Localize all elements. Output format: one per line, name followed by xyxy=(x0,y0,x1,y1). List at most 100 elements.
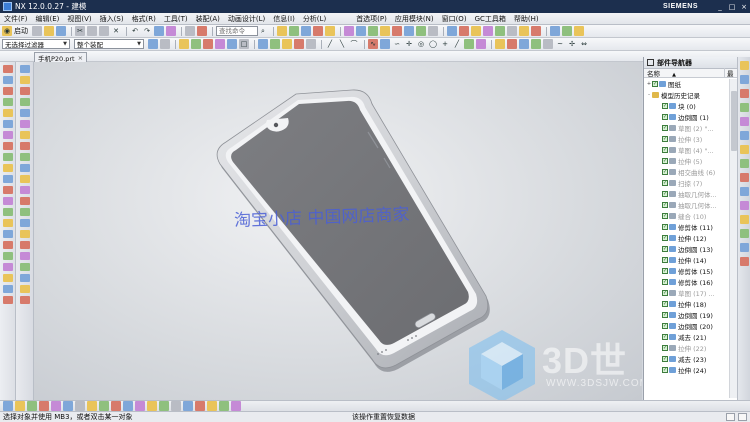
visibility-checkbox[interactable]: ✓ xyxy=(662,355,668,362)
visibility-checkbox[interactable]: ✓ xyxy=(662,212,668,219)
visibility-checkbox[interactable]: ✓ xyxy=(662,157,668,164)
visibility-checkbox[interactable]: ✓ xyxy=(662,190,668,197)
measure-distance-icon[interactable] xyxy=(344,26,354,36)
bridge-curve-icon[interactable] xyxy=(519,39,529,49)
tools-tab[interactable] xyxy=(740,257,749,266)
chamfer-icon[interactable] xyxy=(495,26,505,36)
unite-icon[interactable] xyxy=(447,26,457,36)
layer-settings-icon[interactable] xyxy=(195,401,205,411)
hidden-edge-icon[interactable] xyxy=(135,401,145,411)
selection-tab[interactable] xyxy=(740,243,749,252)
navigator-row[interactable]: ✓ 抽取几何体... xyxy=(644,188,737,199)
graphics-viewport[interactable]: 淘宝小店 中国网店商家 3D世 WWW.3DSJW.COM xyxy=(34,62,642,400)
column-name[interactable]: 名称 ▲ xyxy=(644,68,724,78)
extrude-icon[interactable] xyxy=(404,26,414,36)
history-tab[interactable] xyxy=(740,145,749,154)
navigator-row[interactable]: ✓ 扫掠 (7) xyxy=(644,177,737,188)
navigator-row[interactable]: ✓ 修剪体 (16) xyxy=(644,276,737,287)
wcs-icon[interactable] xyxy=(207,401,217,411)
navigator-row[interactable]: ✓ 修剪体 (15) xyxy=(644,265,737,276)
face-select-icon[interactable] xyxy=(191,39,201,49)
navigator-row[interactable]: ✓ 边倒圆 (1) xyxy=(644,111,737,122)
visibility-checkbox[interactable]: ✓ xyxy=(662,179,668,186)
open-file-icon[interactable] xyxy=(44,26,54,36)
visibility-checkbox[interactable]: ✓ xyxy=(662,344,668,351)
slot-tool-icon[interactable] xyxy=(19,175,30,183)
project-curve-icon[interactable] xyxy=(495,39,505,49)
command-search-input[interactable] xyxy=(216,26,258,36)
menu-info[interactable]: 信息(I) xyxy=(269,14,299,24)
circle-icon[interactable]: ◎ xyxy=(416,39,426,49)
start-icon[interactable]: ◉ xyxy=(2,26,12,36)
view-zoom-icon[interactable] xyxy=(270,39,280,49)
project-tool-icon[interactable] xyxy=(2,263,13,271)
maximize-button[interactable]: □ xyxy=(726,1,738,12)
component-filter-icon[interactable] xyxy=(99,401,109,411)
datum-filter-icon[interactable] xyxy=(87,401,97,411)
move-curve-tool-icon[interactable] xyxy=(2,285,13,293)
menu-application[interactable]: 应用模块(N) xyxy=(391,14,438,24)
groove-tool-icon[interactable] xyxy=(19,186,30,194)
visibility-checkbox[interactable]: ✓ xyxy=(662,300,668,307)
line2-icon[interactable]: ╱ xyxy=(452,39,462,49)
edge-filter-icon[interactable] xyxy=(39,401,49,411)
shell-tool-icon[interactable] xyxy=(19,219,30,227)
menu-animation[interactable]: 动画设计(L) xyxy=(224,14,269,24)
curve-line-icon[interactable]: ⌒ xyxy=(349,39,359,49)
menu-view[interactable]: 视图(V) xyxy=(63,14,95,24)
polygon-tool-icon[interactable] xyxy=(2,120,13,128)
split-tool-icon[interactable] xyxy=(19,296,30,304)
composite-curve-icon[interactable] xyxy=(531,39,541,49)
dimension-tool-icon[interactable] xyxy=(2,230,13,238)
fillet-tool-icon[interactable] xyxy=(2,98,13,106)
navigator-row[interactable]: ✓ 缝合 (10) xyxy=(644,210,737,221)
corner-tool-icon[interactable] xyxy=(2,208,13,216)
snap-center-icon[interactable] xyxy=(313,26,323,36)
mirror-tool-icon[interactable] xyxy=(2,175,13,183)
manufacturing-wizard-tab[interactable] xyxy=(740,187,749,196)
start-label[interactable]: 启动 xyxy=(14,26,28,36)
command-finder-icon[interactable] xyxy=(154,26,164,36)
offset-tool-icon[interactable] xyxy=(2,153,13,161)
select-all-icon[interactable] xyxy=(148,39,158,49)
part-navigator-tab[interactable] xyxy=(740,89,749,98)
subtract-icon[interactable] xyxy=(459,26,469,36)
visibility-checkbox[interactable]: ✓ xyxy=(662,278,668,285)
menu-preferences[interactable]: 首选项(P) xyxy=(352,14,391,24)
sew-tool-icon[interactable] xyxy=(19,274,30,282)
navigator-row[interactable]: ✓ 拉伸 (24) xyxy=(644,364,737,375)
wireframe-view-icon[interactable] xyxy=(123,401,133,411)
navigator-row[interactable]: ✓ 拉伸 (5) xyxy=(644,155,737,166)
line-tool-icon[interactable] xyxy=(2,65,13,73)
hole-icon[interactable] xyxy=(428,26,438,36)
extrude-tool-icon[interactable] xyxy=(19,109,30,117)
arc-icon[interactable]: ◯ xyxy=(428,39,438,49)
undo-icon[interactable]: ↶ xyxy=(130,26,140,36)
navigator-row[interactable]: ✓ 边倒圆 (19) xyxy=(644,309,737,320)
convert-tool-icon[interactable] xyxy=(2,274,13,282)
navigator-row[interactable]: ✓ 抽取几何体... xyxy=(644,199,737,210)
system-scene-tab[interactable] xyxy=(740,215,749,224)
save-icon[interactable] xyxy=(56,26,66,36)
visibility-checkbox[interactable]: ✓ xyxy=(662,234,668,241)
offset-curve-icon[interactable] xyxy=(380,39,390,49)
new-file-icon[interactable] xyxy=(32,26,42,36)
view-fit-icon[interactable] xyxy=(258,39,268,49)
redo-icon[interactable]: ↷ xyxy=(142,26,152,36)
curve-select-icon[interactable] xyxy=(227,39,237,49)
arc-tool-icon[interactable] xyxy=(2,76,13,84)
navigator-row[interactable]: ✓ 减去 (23) xyxy=(644,353,737,364)
spline-icon[interactable]: ∽ xyxy=(392,39,402,49)
text-tool-icon[interactable] xyxy=(2,142,13,150)
visibility-checkbox[interactable]: ✓ xyxy=(662,366,668,373)
window-icon[interactable] xyxy=(166,26,176,36)
edge-select-icon[interactable] xyxy=(203,39,213,49)
face-filter-icon[interactable] xyxy=(3,401,13,411)
navigator-row[interactable]: ✓ 块 (0) xyxy=(644,100,737,111)
cone-tool-icon[interactable] xyxy=(19,87,30,95)
trim-tool-icon[interactable] xyxy=(2,186,13,194)
constraint-tool-icon[interactable] xyxy=(2,219,13,227)
process-studio-tab[interactable] xyxy=(740,173,749,182)
trim-curve-icon[interactable] xyxy=(464,39,474,49)
rotate-curve-icon[interactable]: ✢ xyxy=(567,39,577,49)
